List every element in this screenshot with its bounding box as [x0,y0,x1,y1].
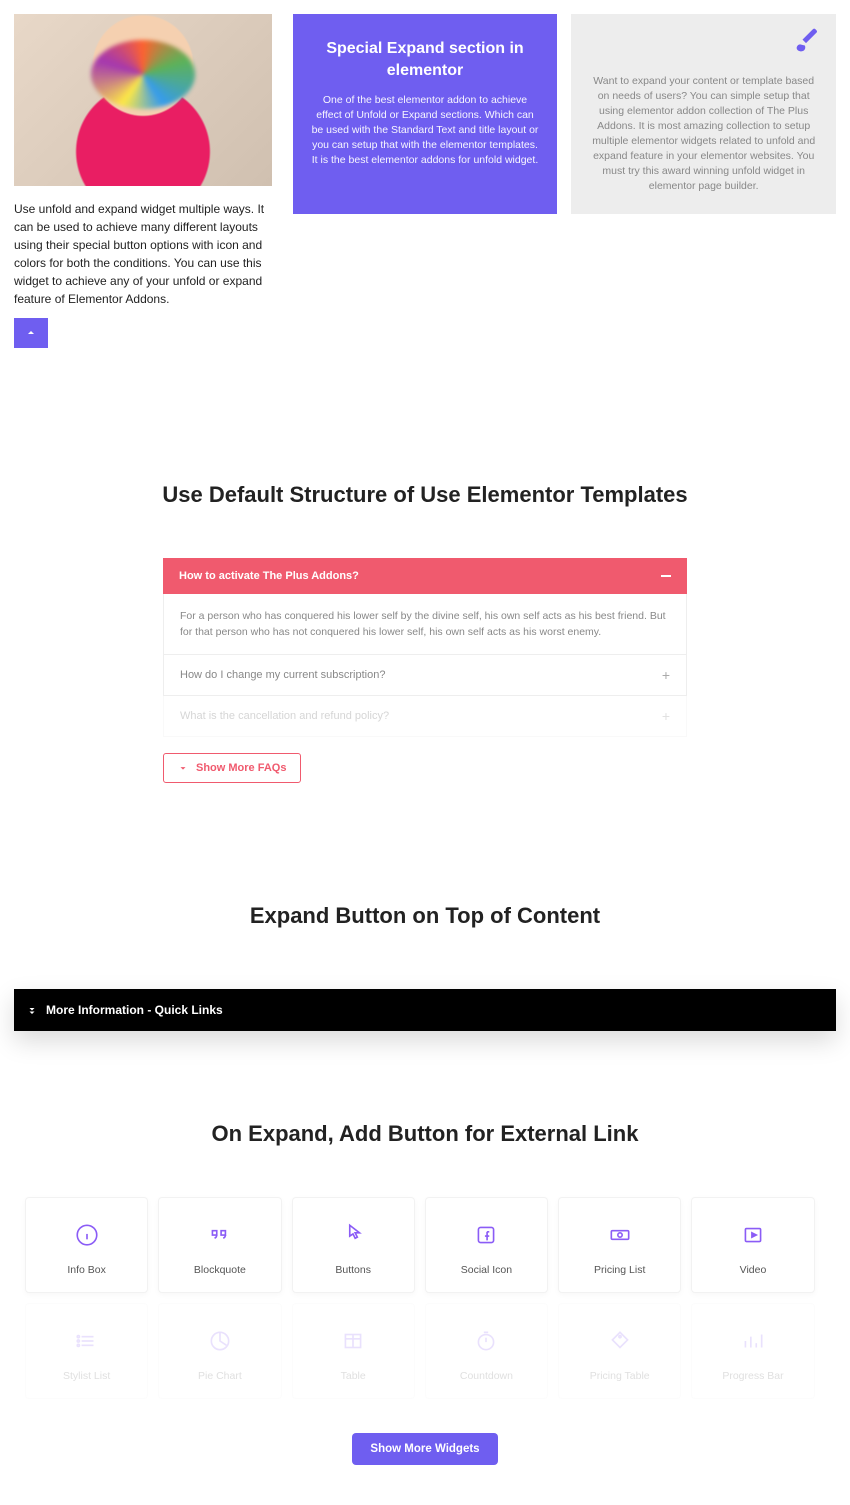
widget-card-video[interactable]: Video [691,1197,814,1293]
widget-card-fb[interactable]: Social Icon [425,1197,548,1293]
chevron-up-icon [25,327,37,339]
widget-label: Info Box [32,1264,141,1276]
show-more-faqs-button[interactable]: Show More FAQs [163,753,301,783]
money-icon [565,1220,674,1250]
widget-label: Social Icon [432,1264,541,1276]
video-icon [698,1220,807,1250]
faq-item-label: What is the cancellation and refund poli… [180,710,389,722]
info-icon [32,1220,141,1250]
show-more-widgets-label: Show More Widgets [370,1443,479,1455]
widget-label: Buttons [299,1264,408,1276]
widget-card-list[interactable]: Stylist List [25,1303,148,1399]
pie-icon [165,1326,274,1356]
fb-icon [432,1220,541,1250]
bar-icon [698,1326,807,1356]
minus-icon [661,575,671,577]
widget-label: Table [299,1370,408,1382]
plus-icon: + [662,667,670,683]
widget-card-info[interactable]: Info Box [25,1197,148,1293]
col1-description: Use unfold and expand widget multiple wa… [14,186,272,318]
more-information-label: More Information - Quick Links [46,1003,223,1017]
widget-card-table[interactable]: Table [292,1303,415,1399]
widget-card-tag[interactable]: Pricing Table [558,1303,681,1399]
purple-feature-card: Special Expand section in elementor One … [293,14,558,214]
faq-accordion: How to activate The Plus Addons? For a p… [163,558,687,783]
widget-card-pie[interactable]: Pie Chart [158,1303,281,1399]
widget-card-money[interactable]: Pricing List [558,1197,681,1293]
show-more-faqs-label: Show More FAQs [196,762,286,774]
section-title-top-button: Expand Button on Top of Content [0,903,850,929]
widget-label: Progress Bar [698,1370,807,1382]
gray-feature-card: Want to expand your content or template … [571,14,836,214]
faq-item-2[interactable]: What is the cancellation and refund poli… [163,696,687,737]
quote-icon [165,1220,274,1250]
show-more-widgets-button[interactable]: Show More Widgets [352,1433,497,1465]
faq-open-answer: For a person who has conquered his lower… [163,594,687,655]
faq-item-label: How do I change my current subscription? [180,669,385,681]
section-title-templates: Use Default Structure of Use Elementor T… [0,482,850,508]
list-icon [32,1326,141,1356]
widget-label: Stylist List [32,1370,141,1382]
widget-label: Video [698,1264,807,1276]
table-icon [299,1326,408,1356]
chevron-down-icon [178,763,188,773]
widget-label: Pricing List [565,1264,674,1276]
section-title-external-link: On Expand, Add Button for External Link [0,1121,850,1147]
widget-label: Pie Chart [165,1370,274,1382]
widget-card-timer[interactable]: Countdown [425,1303,548,1399]
timer-icon [432,1326,541,1356]
widget-card-quote[interactable]: Blockquote [158,1197,281,1293]
widget-card-pointer[interactable]: Buttons [292,1197,415,1293]
more-information-bar[interactable]: More Information - Quick Links [14,989,836,1031]
widget-card-bar[interactable]: Progress Bar [691,1303,814,1399]
faq-item-1[interactable]: How do I change my current subscription?… [163,655,687,696]
hero-image [14,14,272,186]
widgets-grid: Info Box Blockquote Buttons Social Icon Pric… [0,1197,850,1399]
pointer-icon [299,1220,408,1250]
faq-item-open-header[interactable]: How to activate The Plus Addons? [163,558,687,594]
plus-icon: + [662,708,670,724]
collapse-button[interactable] [14,318,48,348]
paint-brush-icon [792,28,820,61]
tag-icon [565,1326,674,1356]
widget-label: Blockquote [165,1264,274,1276]
purple-card-body: One of the best elementor addon to achie… [311,93,540,168]
widget-label: Pricing Table [565,1370,674,1382]
faq-question: How to activate The Plus Addons? [179,570,359,582]
gray-card-body: Want to expand your content or template … [587,74,820,194]
widget-label: Countdown [432,1370,541,1382]
purple-card-title: Special Expand section in elementor [311,38,540,81]
double-chevron-down-icon [26,1004,38,1016]
